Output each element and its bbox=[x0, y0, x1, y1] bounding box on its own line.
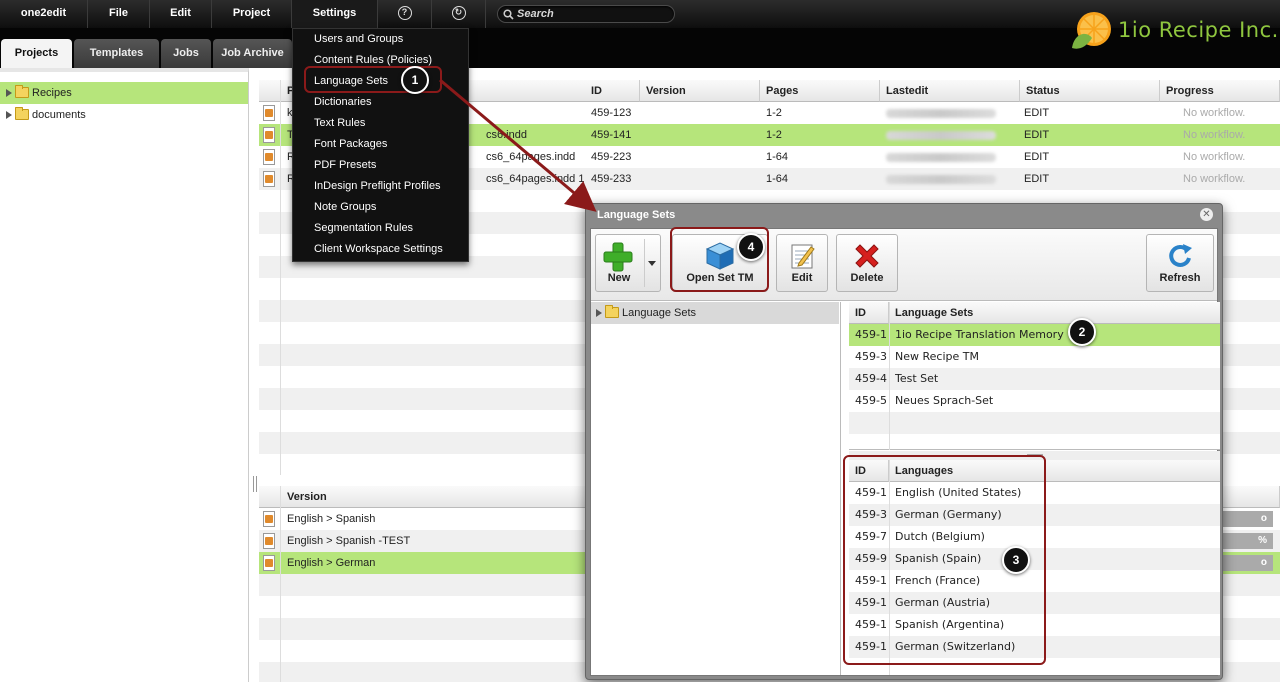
annotation-badge-2: 2 bbox=[1068, 318, 1096, 346]
annotation-badge-4: 4 bbox=[737, 233, 765, 261]
annotation-badge-3: 3 bbox=[1002, 546, 1030, 574]
annotation-badge-1: 1 bbox=[401, 66, 429, 94]
